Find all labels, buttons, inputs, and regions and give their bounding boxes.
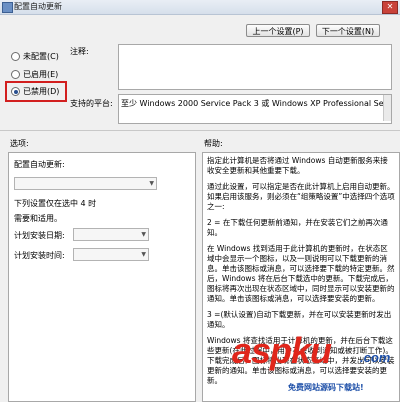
platform-value: 至少 Windows 2000 Service Pack 3 或 Windows…: [121, 99, 391, 108]
title-bar: 配置自动更新 ✕: [0, 0, 400, 15]
help-paragraph: 指定此计算机是否将通过 Windows 自动更新服务来接收安全更新和其他重要下载…: [207, 156, 388, 175]
configure-dropdown[interactable]: ▼: [14, 177, 157, 190]
note-line-2: 需要和适用。: [14, 214, 62, 223]
prev-setting-button[interactable]: 上一个设置(P): [246, 24, 310, 37]
install-day-label: 计划安装日期:: [14, 231, 65, 240]
options-header: 选项:: [10, 139, 29, 148]
configure-label: 配置自动更新:: [14, 160, 65, 169]
chevron-down-icon: ▼: [141, 231, 146, 238]
section-divider: [0, 130, 400, 131]
radio-enabled-dot: [11, 70, 20, 79]
install-day-dropdown[interactable]: ▼: [73, 228, 149, 241]
window-title: 配置自动更新: [14, 2, 62, 11]
help-paragraph: 2 = 在下载任何更新前通知，并在安装它们之前再次通知。: [207, 218, 388, 237]
radio-disabled-dot: [11, 87, 20, 96]
radio-not-configured-dot: [11, 52, 20, 61]
help-paragraph: 3 =(默认设置)自动下载更新，并在可以安装更新时发出通知。: [207, 310, 392, 329]
chevron-down-icon: ▼: [141, 251, 146, 258]
help-paragraph: 在 Windows 找到适用于此计算机的更新时，在状态区域中会显示一个图标，以及…: [207, 244, 395, 303]
platform-scrollbar[interactable]: [383, 95, 391, 121]
platform-label: 支持的平台:: [70, 99, 113, 108]
radio-enabled-label: 已启用(E): [23, 70, 59, 79]
comment-input[interactable]: [118, 44, 392, 90]
watermark-suffix: .com: [360, 350, 391, 365]
install-time-label: 计划安装时间:: [14, 251, 65, 260]
watermark-brand: aspku: [232, 330, 332, 371]
close-button[interactable]: ✕: [382, 1, 398, 14]
help-header: 帮助:: [204, 139, 223, 148]
radio-disabled-label: 已禁用(D): [23, 87, 60, 96]
note-line-1: 下列设置仅在选中 4 时: [14, 199, 97, 208]
radio-not-configured[interactable]: 未配置(C): [11, 51, 59, 62]
radio-enabled[interactable]: 已启用(E): [11, 69, 58, 80]
help-paragraph: 通过此设置，可以指定是否在此计算机上启用自动更新。如果启用该服务，则必须在“组策…: [207, 182, 395, 211]
options-panel: 配置自动更新: ▼ 下列设置仅在选中 4 时 需要和适用。 计划安装日期: ▼ …: [8, 152, 196, 402]
watermark-subtitle: 免费网站源码下载站!: [288, 383, 364, 392]
policy-icon: [2, 2, 13, 13]
radio-not-configured-label: 未配置(C): [23, 52, 59, 61]
platform-box: 至少 Windows 2000 Service Pack 3 或 Windows…: [118, 94, 392, 124]
watermark: aspku .com 免费网站源码下载站!: [232, 330, 400, 400]
comment-label: 注释:: [70, 47, 89, 56]
install-time-dropdown[interactable]: ▼: [73, 248, 149, 261]
radio-disabled[interactable]: 已禁用(D): [11, 86, 59, 97]
chevron-down-icon: ▼: [149, 180, 154, 187]
next-setting-button[interactable]: 下一个设置(N): [316, 24, 380, 37]
